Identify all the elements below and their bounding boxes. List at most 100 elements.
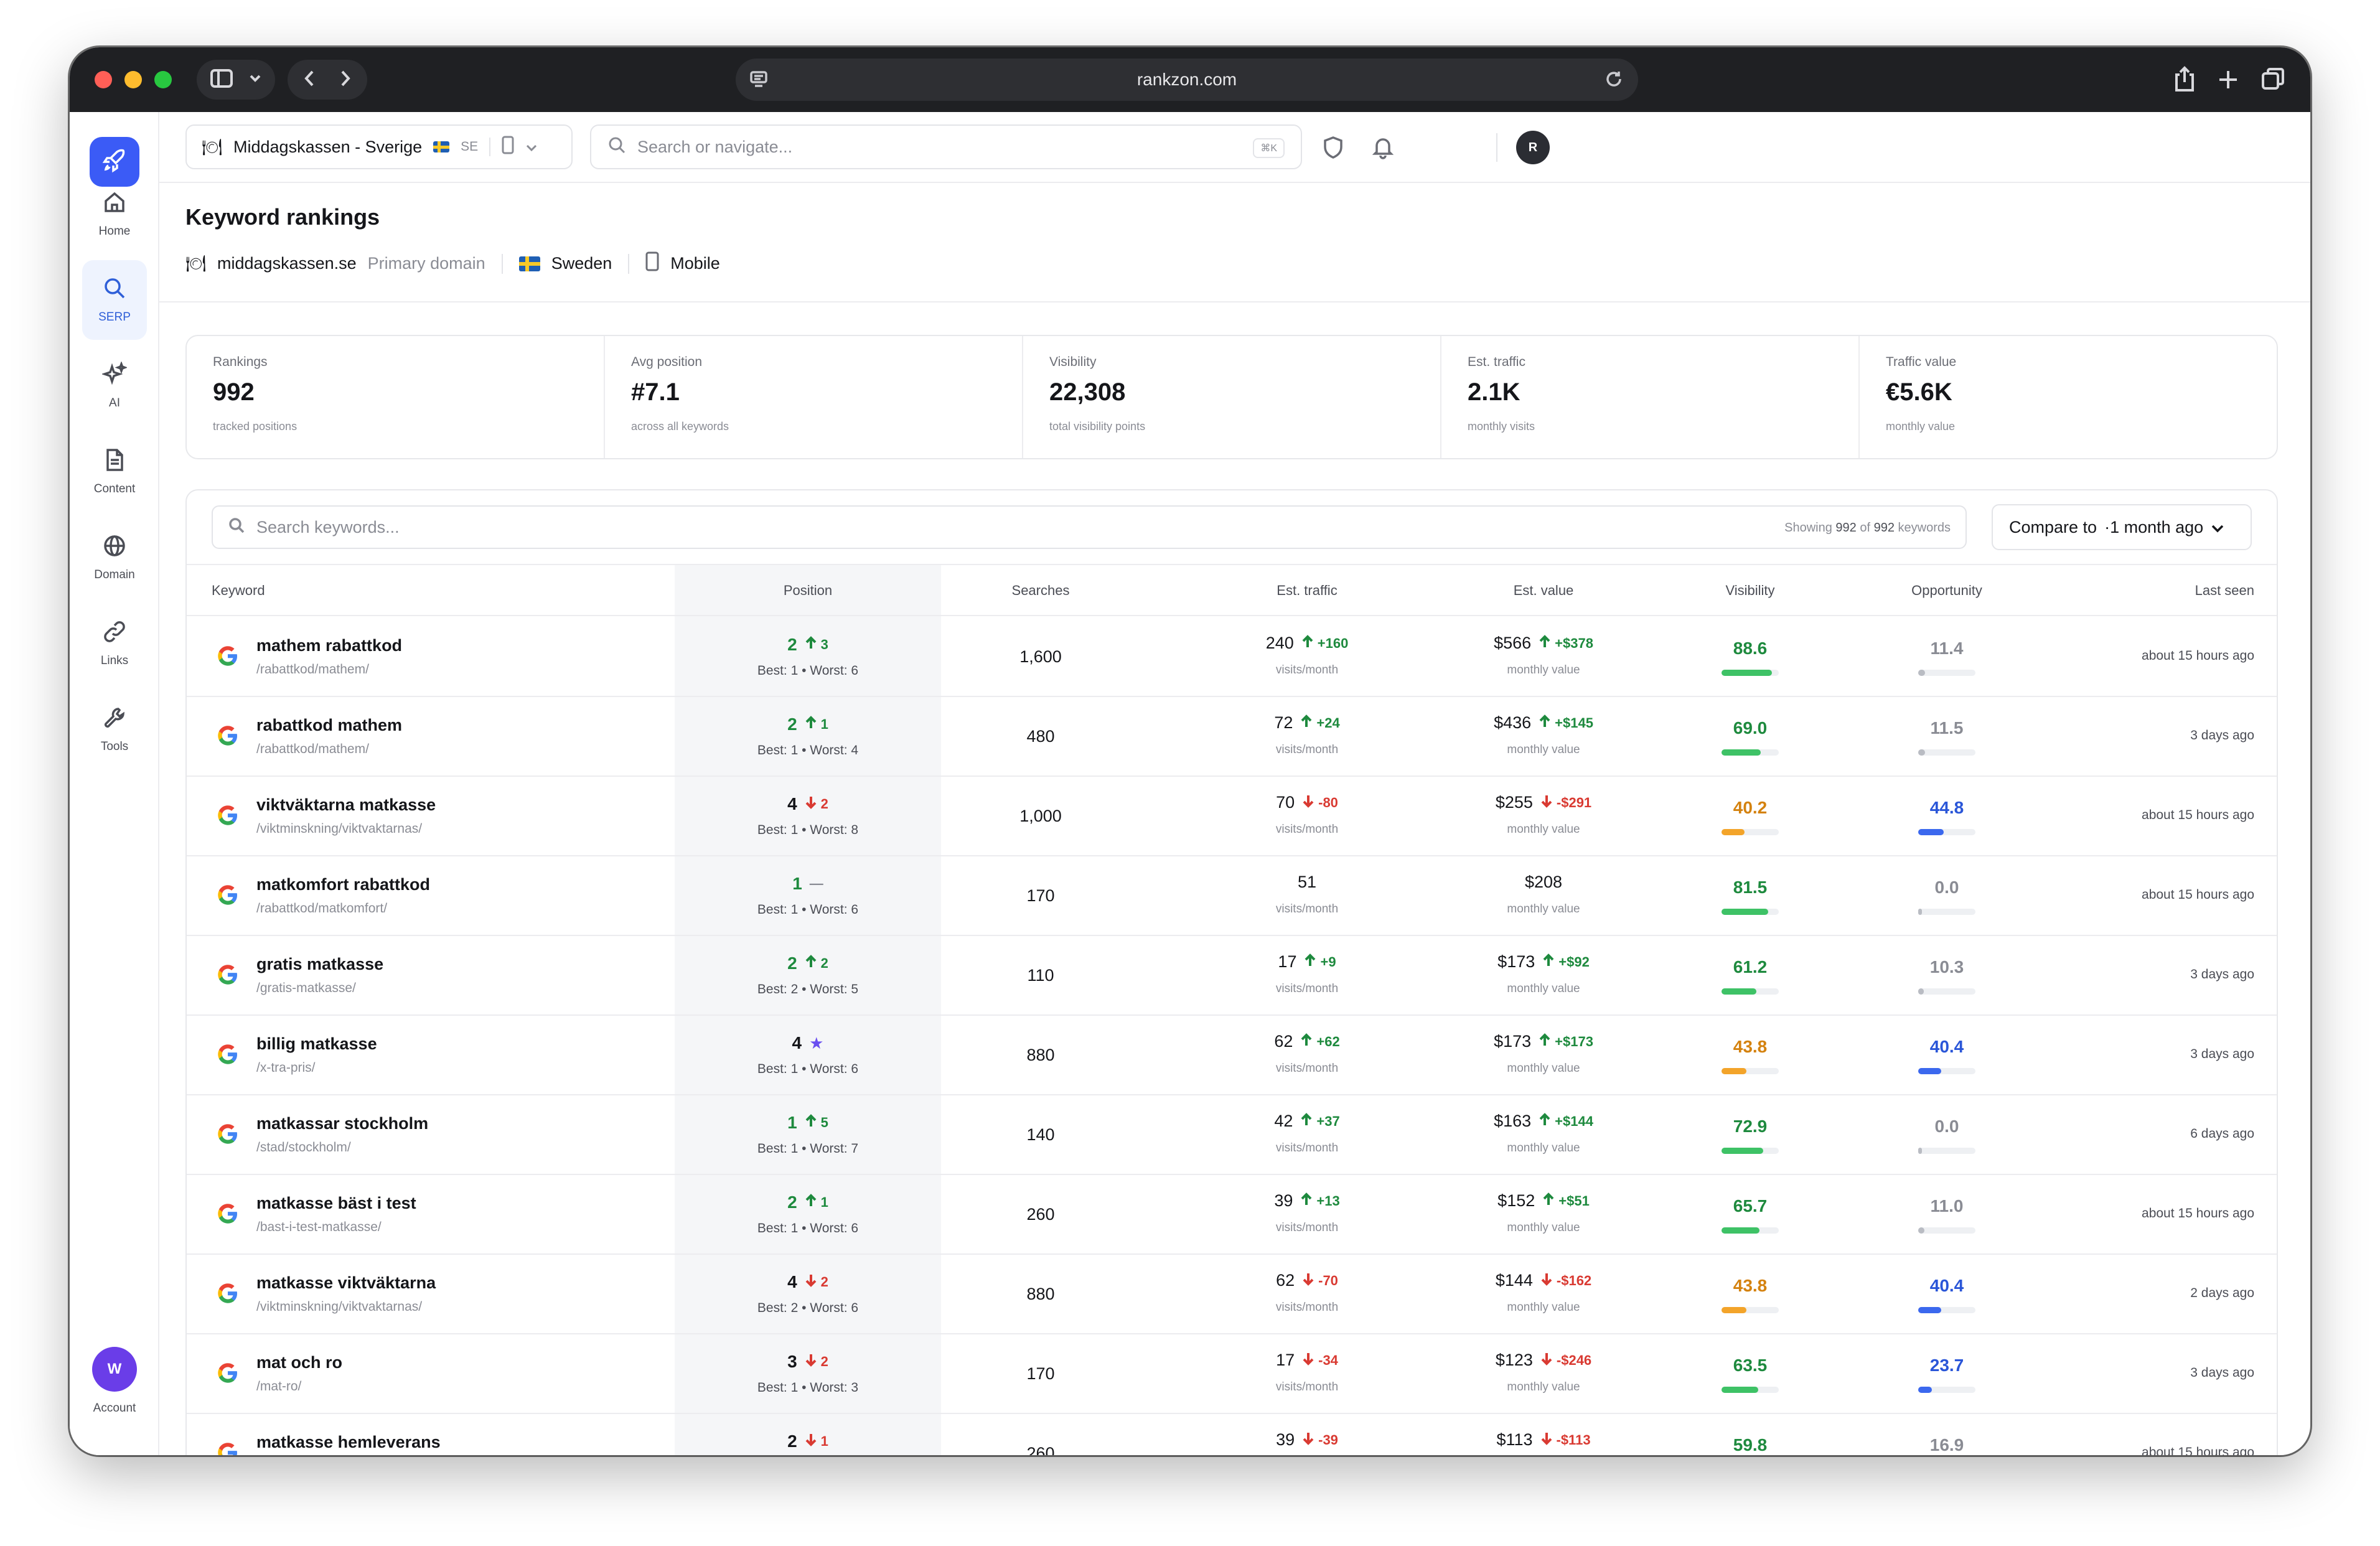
global-search-input[interactable]: Search or navigate... ⌘K (590, 124, 1302, 169)
position-change: 2 (805, 1273, 828, 1291)
opportunity-bar (1918, 1387, 1975, 1393)
keyword-url[interactable]: /rabattkod/mathem/ (256, 662, 369, 677)
keyword-search-input[interactable]: Search keywords... Showing 992 of 992 ke… (212, 505, 1967, 549)
keyword-url[interactable]: /rabattkod/mathem/ (256, 742, 369, 757)
back-icon[interactable] (304, 70, 315, 90)
keyword-url[interactable]: /stad/stockholm/ (256, 1140, 351, 1155)
sidebar-item-content[interactable]: Content (82, 432, 147, 512)
visibility-score: 61.2 (1733, 957, 1768, 977)
position-number: 3 (787, 1352, 797, 1371)
sidebar-item-home[interactable]: Home (82, 174, 147, 254)
est-traffic-value: 62 (1274, 1032, 1293, 1051)
sidebar-item-label: Home (98, 225, 131, 238)
column-header-visibility[interactable]: Visibility (1694, 583, 1806, 599)
table-row[interactable]: matkasse hemleverans 21 260 39-39 visits… (187, 1414, 2277, 1455)
table-row[interactable]: gratis matkasse /gratis-matkasse/ 22 Bes… (187, 936, 2277, 1016)
table-row[interactable]: billig matkasse /x-tra-pris/ 4 ★ Best: 1 … (187, 1016, 2277, 1095)
table-row[interactable]: mathem rabattkod /rabattkod/mathem/ 23 B… (187, 617, 2277, 697)
column-header-est-traffic[interactable]: Est. traffic (1195, 583, 1419, 599)
keyword-name[interactable]: viktväktarna matkasse (256, 795, 436, 815)
est-traffic-value: 17 (1278, 952, 1297, 971)
table-row[interactable]: matkasse bäst i test /bast-i-test-matkas… (187, 1175, 2277, 1255)
position-range: Best: 1 • Worst: 6 (757, 1062, 859, 1076)
column-header-position[interactable]: Position (675, 583, 941, 599)
domain-name[interactable]: middagskassen.se (217, 254, 357, 273)
table-row[interactable]: matkomfort rabattkod /rabattkod/matkomfo… (187, 856, 2277, 936)
last-seen: about 15 hours ago (2142, 1445, 2254, 1455)
sidebar-toggle-icon[interactable] (210, 68, 233, 91)
compare-dropdown[interactable]: Compare to ·1 month ago (1992, 504, 2252, 550)
column-header-opportunity[interactable]: Opportunity (1867, 583, 2026, 599)
project-selector[interactable]: 🍽 Middagskassen - Sverige SE (185, 124, 573, 169)
share-icon[interactable] (2173, 66, 2196, 95)
shield-icon[interactable] (1322, 136, 1344, 162)
keyword-name[interactable]: mathem rabattkod (256, 636, 402, 655)
est-traffic-value: 240 (1265, 634, 1294, 652)
account-label[interactable]: Account (70, 1402, 159, 1415)
keyword-name[interactable]: matkomfort rabattkod (256, 875, 430, 894)
keyword-url[interactable]: /x-tra-pris/ (256, 1061, 316, 1075)
keyword-url[interactable]: /bast-i-test-matkasse/ (256, 1220, 382, 1235)
arrow-up-icon (805, 636, 817, 654)
keyword-name[interactable]: matkassar stockholm (256, 1114, 428, 1133)
minimize-window-button[interactable] (124, 71, 142, 88)
keyword-name[interactable]: matkasse hemleverans (256, 1433, 441, 1452)
arrow-down-icon (1540, 1352, 1553, 1369)
address-bar[interactable]: rankzon.com (736, 59, 1638, 101)
position-number: 2 (787, 714, 797, 734)
value-change-value: +$173 (1555, 1033, 1593, 1049)
keyword-name[interactable]: billig matkasse (256, 1034, 377, 1054)
table-row[interactable]: matkassar stockholm /stad/stockholm/ 15 … (187, 1095, 2277, 1175)
keyword-url[interactable]: /viktminskning/viktvaktarnas/ (256, 822, 422, 836)
keyword-name[interactable]: mat och ro (256, 1353, 342, 1372)
column-header-last-seen[interactable]: Last seen (2195, 583, 2254, 599)
arrow-down-icon (805, 1353, 817, 1370)
traffic-unit: visits/month (1275, 982, 1339, 995)
new-tab-icon[interactable] (2217, 66, 2239, 95)
arrow-up-icon (1300, 1112, 1313, 1130)
sidebar-toggle-group[interactable] (197, 60, 275, 100)
position-change-value: 2 (820, 955, 828, 971)
keyword-name[interactable]: matkasse viktväktarna (256, 1273, 436, 1293)
sidebar-item-tools[interactable]: Tools (82, 690, 147, 769)
bell-icon[interactable] (1372, 136, 1394, 162)
google-icon (217, 724, 239, 747)
user-avatar[interactable]: R (1516, 131, 1550, 164)
column-header-keyword[interactable]: Keyword (212, 583, 265, 599)
keyword-url[interactable]: /rabattkod/matkomfort/ (256, 901, 387, 916)
sidebar-item-serp[interactable]: SERP (82, 260, 147, 340)
column-header-est-value[interactable]: Est. value (1431, 583, 1656, 599)
reload-icon[interactable] (1605, 70, 1623, 93)
table-row[interactable]: viktväktarna matkasse /viktminskning/vik… (187, 777, 2277, 856)
keyword-url[interactable]: /mat-ro/ (256, 1379, 301, 1394)
position-range: Best: 1 • Worst: 3 (757, 1380, 859, 1395)
chevron-down-icon[interactable] (249, 74, 261, 86)
keyword-url[interactable]: /viktminskning/viktvaktarnas/ (256, 1300, 422, 1314)
sidebar-item-domain[interactable]: Domain (82, 518, 147, 597)
keyword-url[interactable]: /gratis-matkasse/ (256, 981, 356, 996)
arrow-down-icon (1302, 1431, 1314, 1449)
page-settings-icon[interactable] (749, 70, 768, 93)
table-row[interactable]: mat och ro /mat-ro/ 32 Best: 1 • Worst: … (187, 1334, 2277, 1414)
opportunity-score: 0.0 (1934, 878, 1959, 897)
keyword-name[interactable]: rabattkod mathem (256, 716, 402, 735)
keyword-name[interactable]: gratis matkasse (256, 955, 383, 974)
arrow-down-icon (1302, 794, 1314, 812)
forward-icon[interactable] (340, 70, 351, 90)
account-avatar[interactable]: W (92, 1347, 137, 1392)
est-value: $144 -$162 (1431, 1271, 1656, 1290)
column-header-searches[interactable]: Searches (941, 583, 1140, 599)
keyword-name[interactable]: matkasse bäst i test (256, 1194, 416, 1213)
close-window-button[interactable] (95, 71, 112, 88)
zoom-window-button[interactable] (154, 71, 172, 88)
search-icon (607, 136, 626, 159)
opportunity-bar-fill (1918, 670, 1926, 676)
visibility-bar-fill (1722, 670, 1772, 676)
tab-overview-icon[interactable] (2261, 66, 2285, 95)
showing-count-value: 992 (1835, 521, 1857, 535)
sidebar-item-ai[interactable]: AI (82, 346, 147, 426)
table-row[interactable]: matkasse viktväktarna /viktminskning/vik… (187, 1255, 2277, 1334)
table-row[interactable]: rabattkod mathem /rabattkod/mathem/ 21 B… (187, 697, 2277, 777)
opportunity-bar (1918, 988, 1975, 995)
sidebar-item-links[interactable]: Links (82, 604, 147, 683)
